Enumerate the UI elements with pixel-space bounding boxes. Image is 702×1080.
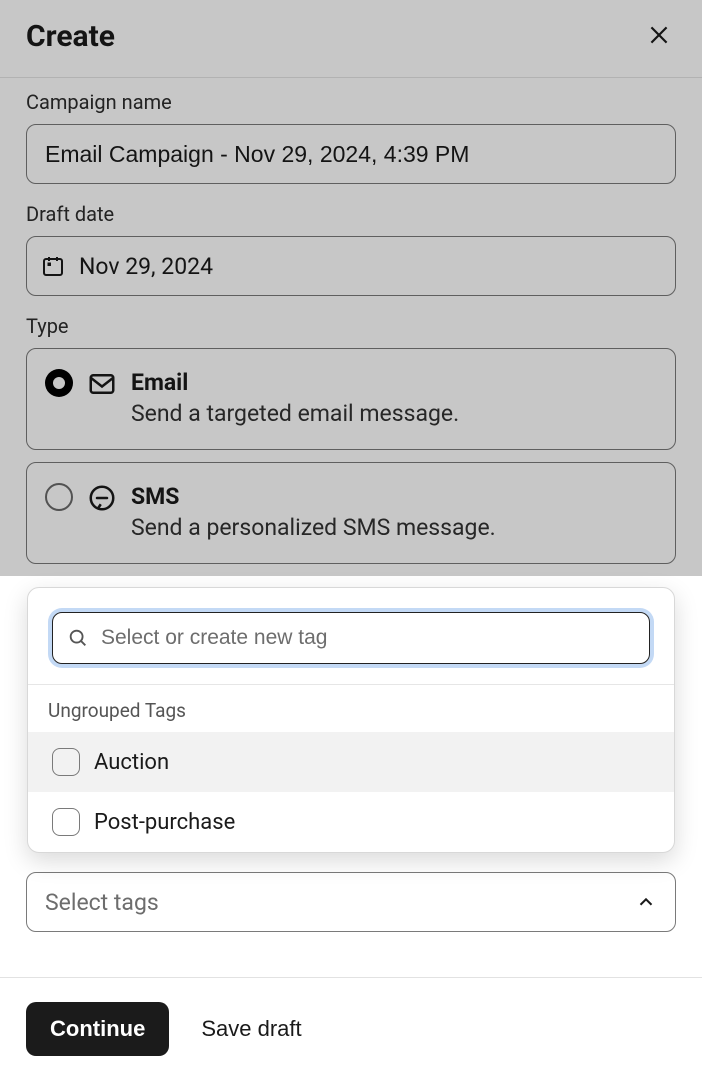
form-body: Campaign name Draft date Nov 29, 2024 Ty…	[0, 78, 702, 564]
type-option-sms-desc: Send a personalized SMS message.	[131, 514, 496, 541]
footer: Continue Save draft	[0, 977, 702, 1080]
tag-option-label: Post-purchase	[94, 810, 235, 835]
chat-icon	[87, 483, 117, 513]
draft-date-label: Draft date	[26, 202, 676, 226]
tags-search-input[interactable]	[101, 626, 635, 650]
continue-button[interactable]: Continue	[26, 1002, 169, 1056]
tags-popover: Ungrouped Tags Auction Post-purchase	[27, 587, 675, 853]
chevron-up-icon	[635, 891, 657, 913]
type-option-email-desc: Send a targeted email message.	[131, 400, 459, 427]
type-option-email[interactable]: Email Send a targeted email message.	[26, 348, 676, 450]
type-option-email-title: Email	[131, 369, 459, 396]
tags-select[interactable]: Select tags	[26, 872, 676, 932]
tags-select-placeholder: Select tags	[45, 889, 159, 916]
tag-option-post-purchase[interactable]: Post-purchase	[28, 792, 674, 852]
type-option-sms-title: SMS	[131, 483, 496, 510]
tags-select-wrap: Select tags	[26, 872, 676, 932]
draft-date-input[interactable]: Nov 29, 2024	[26, 236, 676, 296]
save-draft-button[interactable]: Save draft	[201, 1016, 301, 1042]
campaign-name-input[interactable]	[26, 124, 676, 184]
draft-date-field: Draft date Nov 29, 2024	[26, 202, 676, 296]
tags-search[interactable]	[52, 612, 650, 664]
type-label: Type	[26, 314, 676, 338]
type-option-text: Email Send a targeted email message.	[131, 369, 459, 427]
tags-search-wrap	[28, 588, 674, 684]
mail-icon	[87, 369, 117, 399]
radio-selected-icon	[45, 369, 73, 397]
close-button[interactable]	[642, 18, 676, 55]
checkbox[interactable]	[52, 808, 80, 836]
type-field: Type Email Send a targeted email message…	[26, 314, 676, 564]
type-option-text: SMS Send a personalized SMS message.	[131, 483, 496, 541]
modal-header: Create	[0, 0, 702, 78]
close-icon	[646, 22, 672, 48]
tag-option-auction[interactable]: Auction	[28, 732, 674, 792]
tag-option-label: Auction	[94, 750, 169, 775]
campaign-name-field: Campaign name	[26, 90, 676, 184]
draft-date-value: Nov 29, 2024	[79, 253, 213, 280]
radio-unselected-icon	[45, 483, 73, 511]
calendar-icon	[41, 254, 65, 278]
search-icon	[67, 627, 89, 649]
checkbox[interactable]	[52, 748, 80, 776]
type-option-sms[interactable]: SMS Send a personalized SMS message.	[26, 462, 676, 564]
modal-title: Create	[26, 19, 115, 54]
campaign-name-label: Campaign name	[26, 90, 676, 114]
tag-group-label: Ungrouped Tags	[28, 684, 674, 732]
